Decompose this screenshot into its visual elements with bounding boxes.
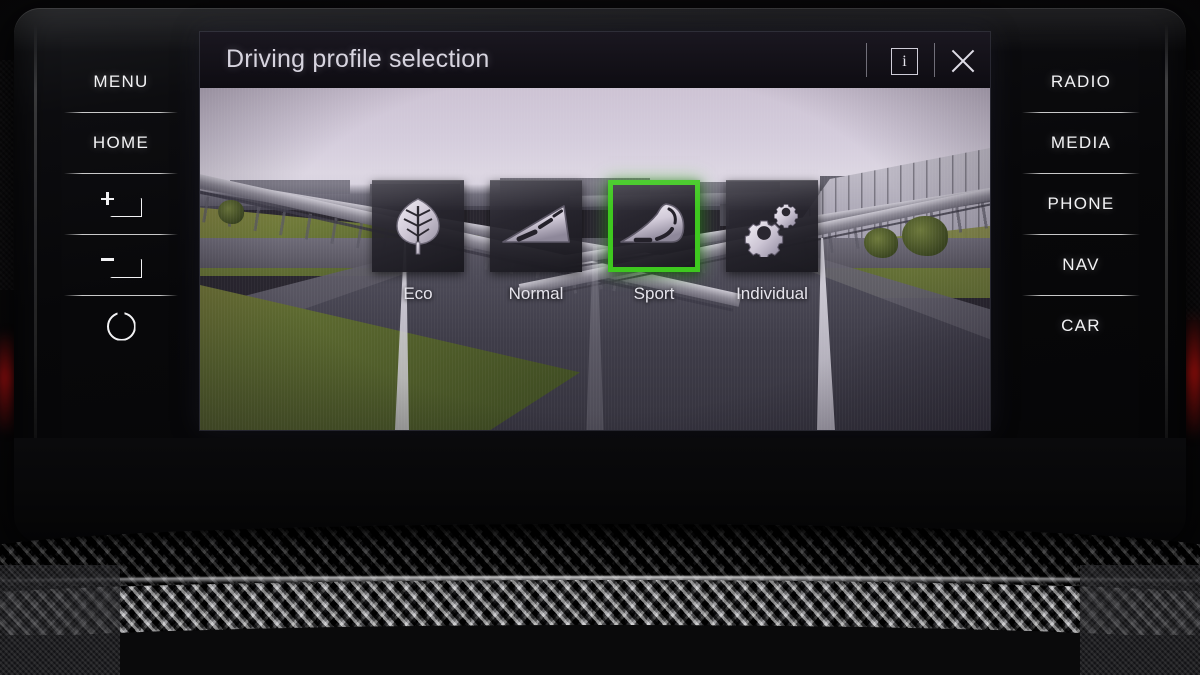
- media-key-label: MEDIA: [1050, 133, 1112, 152]
- screen-header: Driving profile selection i: [200, 32, 990, 88]
- carbon-fibre-trim: [0, 524, 1200, 675]
- side-panel-right: [1080, 565, 1200, 675]
- profile-tile-sport[interactable]: [608, 180, 700, 272]
- profile-label-normal: Normal: [508, 284, 564, 303]
- home-key-label: HOME: [92, 133, 150, 152]
- profile-label-individual: Individual: [736, 284, 808, 303]
- page-title: Driving profile selection: [226, 45, 490, 73]
- phone-key-label: PHONE: [1047, 194, 1115, 213]
- curved-road-icon: [620, 203, 685, 243]
- dashboard: MENU HOME RADIO MEDIA PHONE NAV CAR Driv…: [0, 0, 1200, 675]
- leaf-icon: [396, 198, 440, 255]
- driving-profile-list: Eco Normal Sport Individual: [200, 180, 990, 320]
- profile-item-sport[interactable]: Sport: [608, 180, 700, 320]
- power-key[interactable]: [46, 296, 196, 356]
- info-icon-glyph: i: [902, 52, 907, 70]
- profile-item-eco[interactable]: Eco: [372, 180, 464, 320]
- right-key-column: RADIO MEDIA PHONE NAV CAR: [1006, 52, 1156, 382]
- menu-key-label: MENU: [93, 72, 149, 91]
- media-key[interactable]: MEDIA: [1006, 113, 1156, 173]
- phone-key[interactable]: PHONE: [1006, 174, 1156, 234]
- profile-tile-normal[interactable]: [490, 180, 582, 272]
- nav-key-label: NAV: [1062, 255, 1100, 274]
- header-divider: [866, 43, 867, 77]
- close-icon[interactable]: [948, 46, 978, 76]
- profile-item-normal[interactable]: Normal: [490, 180, 582, 320]
- profile-item-individual[interactable]: Individual: [726, 180, 818, 320]
- car-key-label: CAR: [1061, 316, 1101, 335]
- nav-key[interactable]: NAV: [1006, 235, 1156, 295]
- profile-tile-individual[interactable]: [726, 180, 818, 272]
- side-panel-left: [0, 565, 120, 675]
- menu-key[interactable]: MENU: [46, 52, 196, 112]
- radio-key-label: RADIO: [1050, 72, 1112, 91]
- radio-key[interactable]: RADIO: [1006, 52, 1156, 112]
- profile-label-sport: Sport: [633, 284, 675, 303]
- ambient-light-right: [1185, 310, 1200, 440]
- profile-tile-eco[interactable]: [372, 180, 464, 272]
- header-divider: [934, 43, 935, 77]
- gears-icon: [744, 204, 798, 257]
- volume-down-key[interactable]: [46, 235, 196, 295]
- straight-road-icon: [502, 205, 570, 243]
- unit-rim-right: [1165, 24, 1168, 494]
- profile-label-eco: Eco: [403, 284, 433, 303]
- home-key[interactable]: HOME: [46, 113, 196, 173]
- volume-up-key[interactable]: [46, 174, 196, 234]
- car-key[interactable]: CAR: [1006, 296, 1156, 356]
- volume-up-icon: [100, 191, 142, 217]
- ambient-light-left: [0, 330, 14, 435]
- unit-rim-left: [34, 24, 37, 494]
- left-key-column: MENU HOME: [46, 52, 196, 382]
- info-icon[interactable]: i: [891, 48, 918, 75]
- infotainment-screen: Driving profile selection i Eco Normal S…: [200, 32, 990, 430]
- power-icon: [106, 311, 136, 341]
- vent-mask: [0, 625, 1200, 675]
- trim-shadow: [0, 524, 1200, 550]
- volume-down-icon: [100, 252, 142, 278]
